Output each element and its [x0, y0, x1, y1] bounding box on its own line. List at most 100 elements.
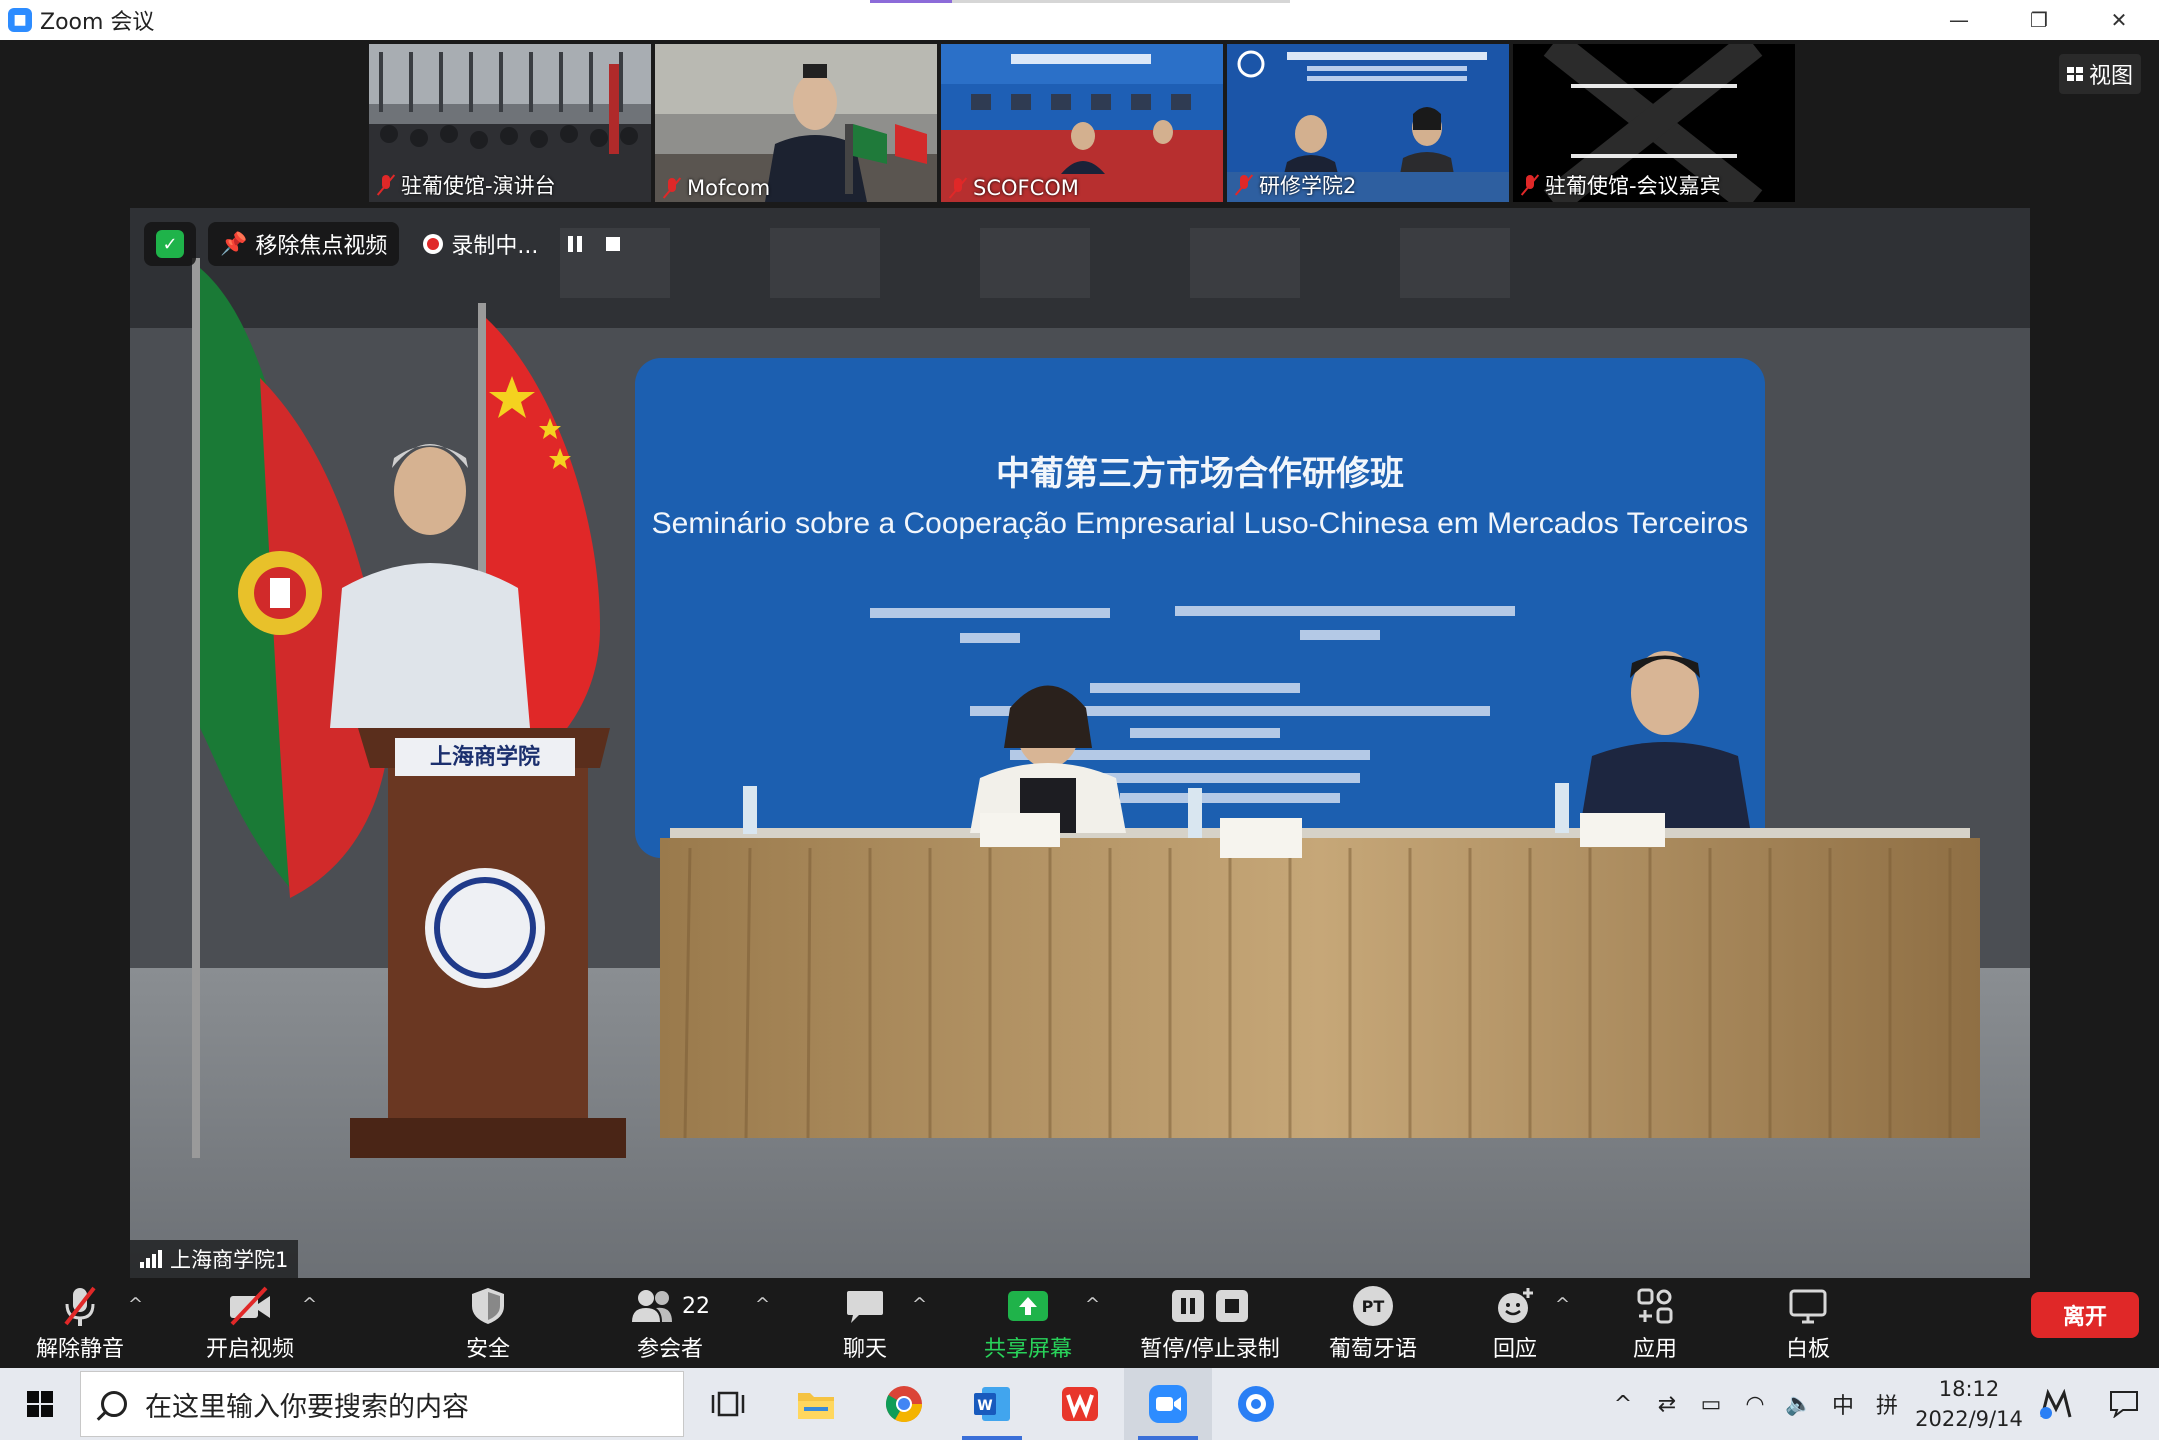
start-video-label: 开启视频: [205, 1337, 294, 1362]
unpin-video-button[interactable]: 📌 移除焦点视频: [208, 222, 400, 266]
muted-mic-icon: [377, 174, 395, 196]
record-label: 暂停/停止录制: [1140, 1337, 1280, 1362]
apps-button[interactable]: 应用: [1605, 1278, 1705, 1368]
chat-options-caret[interactable]: ^: [912, 1294, 927, 1315]
notifications-button[interactable]: [2089, 1368, 2159, 1440]
qq-browser-app[interactable]: [1212, 1368, 1300, 1440]
video-options-caret[interactable]: ^: [302, 1294, 317, 1315]
chat-button[interactable]: 聊天: [815, 1278, 915, 1368]
view-button-label: 视图: [2088, 64, 2133, 89]
participants-options-caret[interactable]: ^: [755, 1294, 770, 1315]
participant-thumbnail[interactable]: Mofcom: [655, 44, 937, 202]
window-titlebar: ■ Zoom 会议 — ❐ ✕: [0, 0, 2159, 40]
signal-strength-icon: [140, 1250, 162, 1268]
shield-check-icon: ✓: [156, 230, 184, 258]
participant-thumbnail[interactable]: 研修学院2: [1227, 44, 1509, 202]
start-video-button[interactable]: 开启视频: [190, 1278, 310, 1368]
minimize-button[interactable]: —: [1919, 0, 1999, 40]
battery-icon[interactable]: ▭: [1689, 1368, 1733, 1440]
recording-label: 录制中...: [451, 234, 539, 259]
share-screen-button[interactable]: 共享屏幕: [968, 1278, 1088, 1368]
volume-icon[interactable]: 🔈: [1777, 1368, 1821, 1440]
unpin-video-label: 移除焦点视频: [255, 234, 388, 259]
task-view-button[interactable]: [684, 1368, 772, 1440]
task-view-icon: [711, 1391, 745, 1417]
search-icon: [101, 1391, 127, 1417]
shield-icon: [470, 1283, 506, 1329]
reactions-label: 回应: [1492, 1337, 1537, 1362]
pin-icon: 📌: [220, 231, 248, 257]
record-icon: [423, 234, 444, 254]
main-video: 中葡第三方市场合作研修班 Seminário sobre a Cooperaçã…: [130, 208, 2030, 1278]
restore-button[interactable]: ❐: [1999, 0, 2079, 40]
banner-title-pt: Seminário sobre a Cooperação Empresarial…: [652, 507, 1749, 540]
participant-name: SCOFCOM: [973, 176, 1079, 200]
folder-icon: [798, 1393, 834, 1419]
participant-name: 研修学院2: [1259, 174, 1357, 198]
banner-title-cn: 中葡第三方市场合作研修班: [996, 454, 1404, 494]
participant-name: 驻葡使馆-会议嘉宾: [1545, 174, 1721, 198]
podium-sign: 上海商学院: [430, 744, 540, 770]
language-interpretation-button[interactable]: PT 葡萄牙语: [1318, 1278, 1428, 1368]
reactions-options-caret[interactable]: ^: [1555, 1294, 1570, 1315]
chat-icon: [845, 1283, 885, 1329]
participant-thumbnail[interactable]: 驻葡使馆-会议嘉宾: [1513, 44, 1795, 202]
muted-mic-icon: [1521, 174, 1539, 196]
share-options-caret[interactable]: ^: [1085, 1294, 1100, 1315]
taskbar-search-box[interactable]: 在这里输入你要搜索的内容: [80, 1371, 684, 1437]
clock-date: 2022/9/14: [1915, 1407, 2023, 1431]
whiteboard-label: 白板: [1785, 1337, 1830, 1362]
word-icon: W: [974, 1387, 1010, 1421]
file-explorer-app[interactable]: [772, 1368, 860, 1440]
chrome-app[interactable]: [860, 1368, 948, 1440]
view-button[interactable]: 视图: [2058, 54, 2141, 94]
unmute-label: 解除静音: [35, 1337, 124, 1362]
globe-language-icon: PT: [1353, 1283, 1393, 1329]
speaker-name: 上海商学院1: [170, 1248, 289, 1272]
zoom-icon: [1149, 1385, 1187, 1423]
stop-recording-button[interactable]: [600, 222, 626, 266]
video-off-icon: [226, 1283, 274, 1329]
meeting-area: 驻葡使馆-演讲台 Mofcom SCOFCOM 研修学院2 驻葡使馆-会议嘉宾 …: [0, 40, 2159, 1278]
ime-mode-indicator[interactable]: 中: [1821, 1368, 1865, 1440]
share-screen-icon: [1006, 1283, 1050, 1329]
title-progress-bar: [870, 0, 1290, 3]
pause-stop-recording-button[interactable]: 暂停/停止录制: [1130, 1278, 1290, 1368]
video-scene: 中葡第三方市场合作研修班 Seminário sobre a Cooperaçã…: [130, 208, 2030, 1278]
whiteboard-icon: [1788, 1283, 1828, 1329]
word-app[interactable]: W: [948, 1368, 1036, 1440]
active-speaker-label: 上海商学院1: [130, 1240, 299, 1278]
participant-thumbnail[interactable]: SCOFCOM: [941, 44, 1223, 202]
taskbar-clock[interactable]: 18:12 2022/9/14: [1909, 1374, 2029, 1434]
security-button[interactable]: 安全: [438, 1278, 538, 1368]
leave-meeting-button[interactable]: 离开: [2031, 1292, 2139, 1338]
audio-options-caret[interactable]: ^: [128, 1294, 143, 1315]
chrome-icon: [885, 1386, 922, 1423]
muted-mic-icon: [663, 177, 681, 199]
clock-time: 18:12: [1938, 1377, 2000, 1401]
start-button[interactable]: [0, 1368, 80, 1440]
participants-count: 22: [682, 1293, 710, 1319]
network-adapter-icon[interactable]: ⇄: [1645, 1368, 1689, 1440]
app-tray-icon[interactable]: [2029, 1368, 2089, 1440]
chat-label: 聊天: [842, 1337, 887, 1362]
pause-recording-button[interactable]: [562, 222, 588, 266]
grid-view-icon: [2066, 67, 2083, 81]
wps-app[interactable]: [1036, 1368, 1124, 1440]
svg-text:W: W: [977, 1398, 992, 1414]
recording-controls-icon: [1171, 1283, 1249, 1329]
show-hidden-icons-button[interactable]: ^: [1601, 1368, 1645, 1440]
reactions-button[interactable]: 回应: [1465, 1278, 1565, 1368]
participants-button[interactable]: 22 参会者: [620, 1278, 720, 1368]
zoom-app[interactable]: [1124, 1368, 1212, 1440]
participant-thumbnail[interactable]: 驻葡使馆-演讲台: [369, 44, 651, 202]
wifi-icon[interactable]: ◠: [1733, 1368, 1777, 1440]
windows-logo-icon: [27, 1391, 53, 1417]
muted-mic-icon: [949, 177, 967, 199]
close-button[interactable]: ✕: [2079, 0, 2159, 40]
whiteboard-button[interactable]: 白板: [1758, 1278, 1858, 1368]
ime-layout-indicator[interactable]: 拼: [1865, 1368, 1909, 1440]
encryption-status[interactable]: ✓: [144, 222, 196, 266]
unmute-button[interactable]: 解除静音: [20, 1278, 140, 1368]
window-title: Zoom 会议: [40, 10, 155, 35]
